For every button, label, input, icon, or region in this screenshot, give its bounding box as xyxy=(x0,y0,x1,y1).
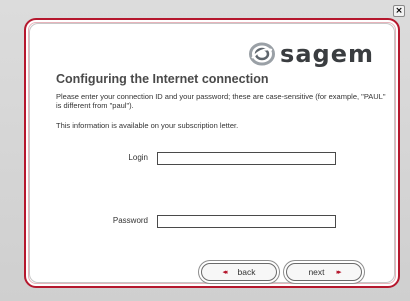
dialog-panel: sagem Configuring the Internet connectio… xyxy=(24,18,400,288)
next-label: next xyxy=(308,267,325,277)
sagem-logo: sagem xyxy=(249,42,374,66)
login-input[interactable] xyxy=(157,152,336,165)
next-button[interactable]: next ▸▸ xyxy=(286,263,362,281)
password-input[interactable] xyxy=(157,215,336,228)
logo-text: sagem xyxy=(280,40,374,68)
page-title: Configuring the Internet connection xyxy=(56,72,269,86)
back-button[interactable]: ◂◂ back xyxy=(201,263,277,281)
info-text: This information is available on your su… xyxy=(56,121,239,130)
password-label: Password xyxy=(112,216,148,225)
sagem-logo-icon xyxy=(249,42,276,66)
double-arrow-right-icon: ▸▸ xyxy=(336,268,342,276)
login-label: Login xyxy=(128,153,148,162)
close-button[interactable]: × xyxy=(393,5,405,17)
double-arrow-left-icon: ◂◂ xyxy=(222,268,228,276)
description-text: Please enter your connection ID and your… xyxy=(56,92,386,110)
back-label: back xyxy=(237,267,256,277)
